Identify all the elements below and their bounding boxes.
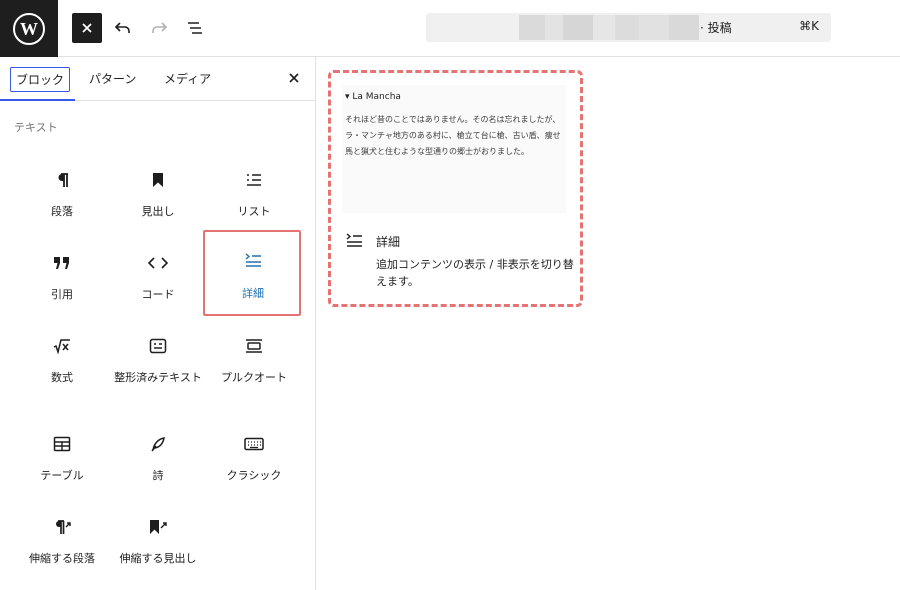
block-label: テーブル — [40, 469, 84, 482]
block-code[interactable]: コード — [110, 242, 206, 326]
details-icon — [345, 232, 363, 248]
block-preview-description: 追加コンテンツの表示 / 非表示を切り替えます。 — [376, 258, 574, 288]
block-label: 伸縮する段落 — [29, 552, 95, 565]
block-label: コード — [141, 288, 175, 301]
details-content: それほど昔のことではありません。その名は忘れましたが、ラ・マンチャ地方のある村に… — [345, 115, 561, 156]
command-palette-bar[interactable]: · 投稿 ⌘K — [426, 13, 831, 42]
block-label: 詩 — [152, 469, 164, 482]
block-label: 整形済みテキスト — [114, 371, 202, 384]
block-label: 見出し — [141, 205, 175, 218]
block-label: 詳細 — [242, 287, 264, 300]
block-stretchy-paragraph[interactable]: 伸縮する段落 — [14, 506, 110, 590]
stretchy-paragraph-icon — [51, 516, 73, 538]
category-heading: テキスト — [14, 121, 58, 134]
block-heading[interactable]: 見出し — [110, 159, 206, 243]
block-preview-title: 詳細 — [376, 235, 401, 249]
block-inserter-panel: ブロック パターン メディア テキスト 段落 見出し リスト 引用 コード 詳細… — [0, 57, 316, 590]
preformatted-icon — [147, 335, 169, 357]
block-pullquote[interactable]: プルクオート — [206, 325, 302, 409]
redo-button[interactable] — [144, 13, 174, 43]
block-label: 段落 — [51, 205, 73, 218]
tab-patterns[interactable]: パターン — [89, 70, 136, 87]
close-icon — [289, 73, 299, 83]
editor-header: W · 投稿 ⌘K — [0, 0, 900, 57]
block-label: 数式 — [51, 371, 73, 384]
table-icon — [51, 433, 73, 455]
tab-blocks[interactable]: ブロック — [10, 67, 71, 92]
inserter-tabs: ブロック パターン メディア — [0, 57, 315, 101]
undo-button[interactable] — [108, 13, 138, 43]
code-icon — [147, 252, 169, 274]
block-label: 伸縮する見出し — [119, 552, 197, 565]
block-label: クラシック — [226, 469, 282, 482]
wordpress-logo-icon: W — [13, 12, 45, 45]
quote-icon — [51, 252, 73, 274]
post-type-label: · 投稿 — [700, 21, 732, 35]
list-icon — [243, 169, 265, 191]
paragraph-icon — [51, 169, 73, 191]
blurred-title — [519, 15, 699, 40]
close-inserter-button[interactable] — [286, 70, 302, 86]
redo-icon — [152, 22, 168, 33]
block-verse[interactable]: 詩 — [110, 423, 206, 507]
document-overview-button[interactable] — [180, 13, 210, 43]
block-details[interactable]: 詳細 — [203, 230, 301, 316]
document-overview-icon — [188, 22, 202, 34]
block-stretchy-heading[interactable]: 伸縮する見出し — [110, 506, 206, 590]
block-label: リスト — [237, 205, 271, 218]
svg-text:W: W — [20, 19, 38, 39]
keyboard-shortcut: ⌘K — [799, 19, 819, 33]
details-icon — [242, 249, 264, 271]
stretchy-heading-icon — [147, 516, 169, 538]
block-quote[interactable]: 引用 — [14, 242, 110, 326]
tab-media[interactable]: メディア — [164, 70, 211, 87]
active-tab-indicator — [0, 99, 75, 101]
pullquote-icon — [243, 335, 265, 357]
details-summary: ▾ La Mancha — [345, 92, 401, 102]
block-label: 引用 — [51, 288, 73, 301]
close-icon — [82, 23, 92, 33]
math-icon — [51, 335, 73, 357]
block-preformatted[interactable]: 整形済みテキスト — [110, 325, 206, 421]
block-classic[interactable]: クラシック — [206, 423, 302, 507]
block-paragraph[interactable]: 段落 — [14, 159, 110, 243]
wordpress-logo-button[interactable]: W — [0, 0, 58, 57]
keyboard-icon — [243, 433, 265, 455]
heading-bookmark-icon — [147, 169, 169, 191]
inserter-toggle-button[interactable] — [72, 13, 102, 43]
undo-icon — [114, 22, 130, 33]
block-label: プルクオート — [221, 371, 287, 384]
verse-icon — [147, 433, 169, 455]
block-math[interactable]: 数式 — [14, 325, 110, 409]
block-table[interactable]: テーブル — [14, 423, 110, 507]
